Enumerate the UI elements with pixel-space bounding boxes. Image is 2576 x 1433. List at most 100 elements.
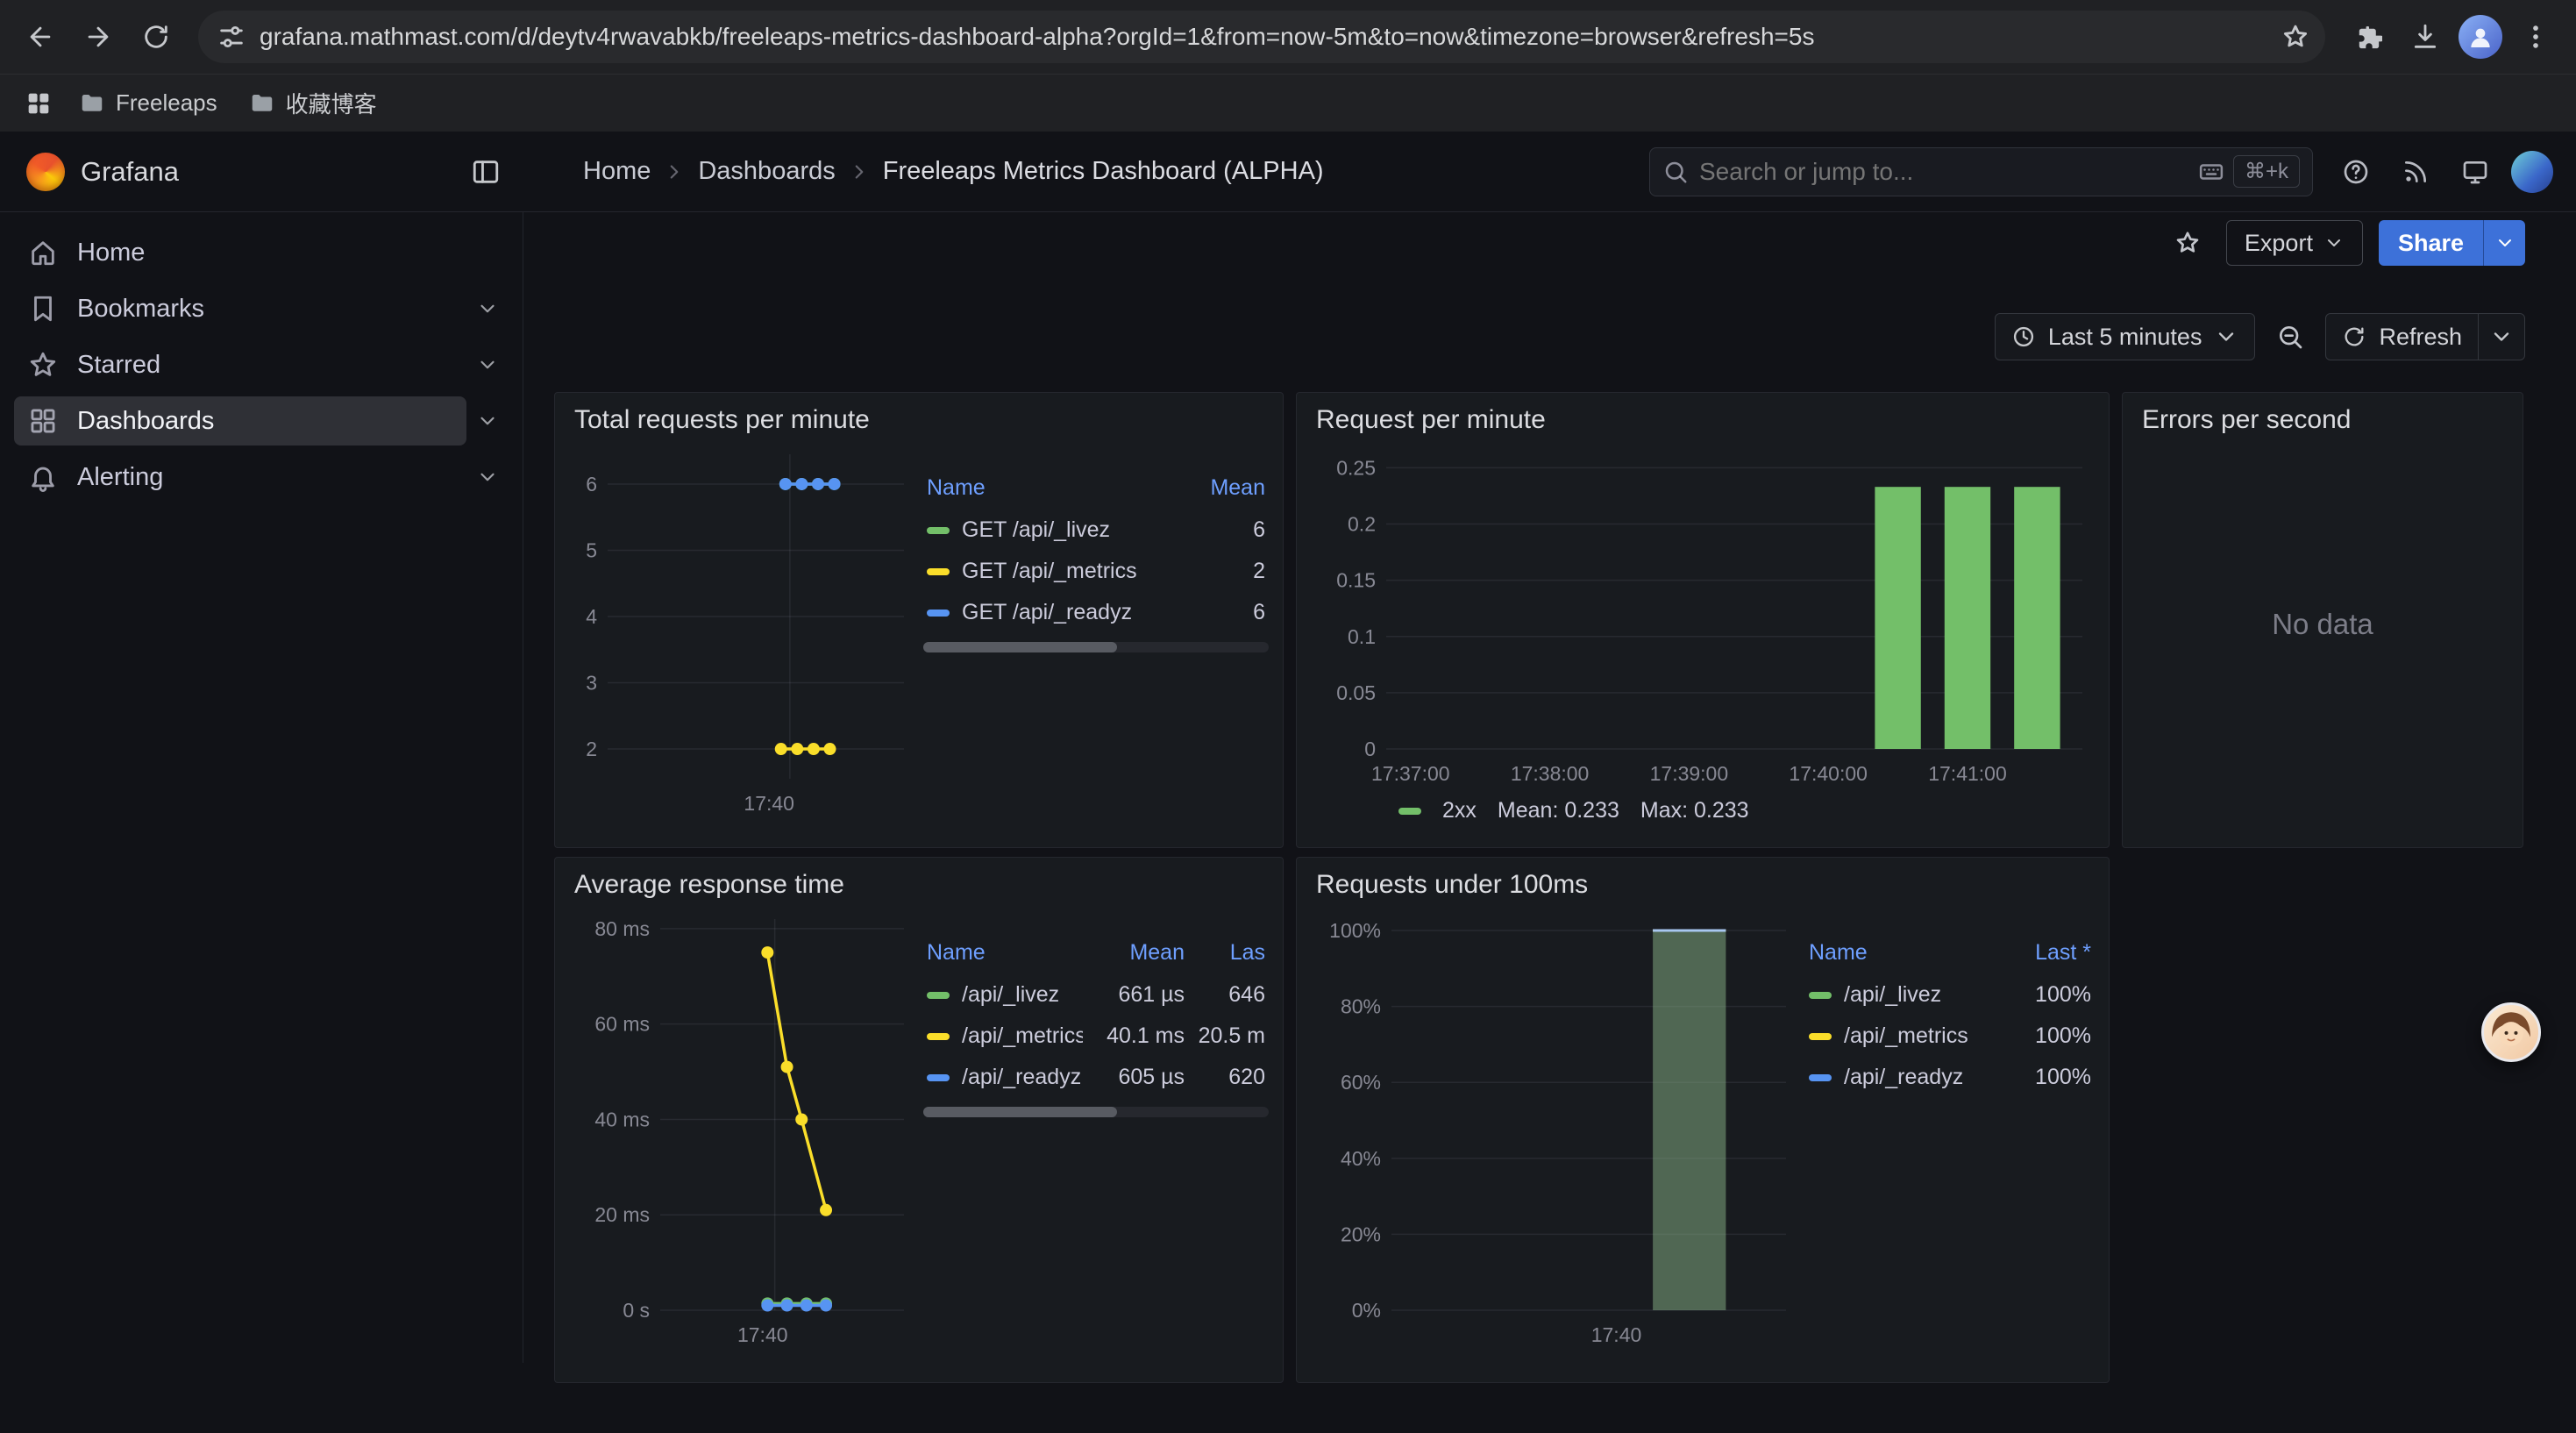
omnibox[interactable] <box>198 11 2325 63</box>
breadcrumb-current-page: Freeleaps Metrics Dashboard (ALPHA) <box>883 157 1324 186</box>
request-per-minute-chart[interactable]: 00.050.10.150.20.2517:37:0017:38:0017:39… <box>1311 440 2095 789</box>
chevron-down-icon[interactable] <box>466 456 509 498</box>
legend-col-name[interactable]: Name <box>923 470 1163 510</box>
search-icon <box>1662 159 1689 185</box>
panel-title[interactable]: Total requests per minute <box>569 400 1269 440</box>
legend-col-last[interactable]: Last * <box>1989 935 2095 974</box>
panel-title[interactable]: Average response time <box>569 865 1269 905</box>
svg-text:60%: 60% <box>1341 1071 1381 1094</box>
series-label[interactable]: 2xx <box>1442 798 1477 823</box>
svg-text:17:37:00: 17:37:00 <box>1371 762 1450 785</box>
legend-col-name[interactable]: Name <box>923 935 1083 974</box>
series-swatch <box>1809 1074 1832 1081</box>
series-swatch <box>927 1074 950 1081</box>
collapse-sidebar-icon[interactable] <box>471 157 501 187</box>
legend-row: /api/_livez 100% <box>1805 974 2095 1016</box>
bookmark-label: Freeleaps <box>116 89 217 117</box>
panel-title[interactable]: Request per minute <box>1311 400 2095 440</box>
legend-col-last[interactable]: Las <box>1188 935 1269 974</box>
dashboard-actions: Export Share <box>2165 219 2525 267</box>
sidebar-nav: Home Bookmarks Starred Dashboards <box>0 212 523 1363</box>
browser-reload-icon[interactable] <box>132 12 181 61</box>
legend-row: GET /api/_livez 6 <box>923 510 1269 551</box>
sidebar-item-home: Home <box>14 225 509 281</box>
browser-forward-icon[interactable] <box>74 12 123 61</box>
series-mean: Mean: 0.233 <box>1498 798 1619 823</box>
news-rss-icon[interactable] <box>2392 148 2439 196</box>
sidebar-item-bookmarks: Bookmarks <box>14 281 509 337</box>
time-controls: Last 5 minutes Refresh <box>1995 312 2525 361</box>
bookmark-folder-freeleaps[interactable]: Freeleaps <box>67 82 230 125</box>
grafana-logo[interactable] <box>26 153 65 191</box>
legend-scrollbar[interactable] <box>923 1107 1269 1117</box>
bookmark-folder-blogs[interactable]: 收藏博客 <box>237 82 389 125</box>
chevron-right-icon <box>848 160 871 183</box>
chevron-down-icon <box>2323 232 2345 253</box>
panel-request-per-minute: Request per minute 00.050.10.150.20.2517… <box>1296 392 2110 848</box>
favorite-star-icon[interactable] <box>2165 220 2210 266</box>
chevron-down-icon <box>2214 324 2238 349</box>
legend-col-name[interactable]: Name <box>1805 935 1989 974</box>
help-icon[interactable] <box>2332 148 2380 196</box>
time-range-picker[interactable]: Last 5 minutes <box>1995 313 2256 360</box>
folder-icon <box>79 90 105 117</box>
refresh-icon <box>2342 324 2366 349</box>
monitor-icon[interactable] <box>2451 148 2499 196</box>
total-requests-chart[interactable]: 2345617:40 <box>569 440 916 817</box>
legend-row: /api/_readyz 100% <box>1805 1057 2095 1098</box>
legend-table: Name Mean Las /api/_livez 661 µs 646 <box>923 935 1269 1098</box>
series-swatch <box>1809 992 1832 999</box>
panel-title[interactable]: Errors per second <box>2137 400 2508 440</box>
search-bar[interactable]: ⌘+k <box>1649 147 2313 196</box>
assistant-avatar-widget[interactable] <box>2481 1002 2541 1062</box>
svg-text:20%: 20% <box>1341 1223 1381 1245</box>
svg-text:17:40: 17:40 <box>744 792 794 815</box>
user-avatar[interactable] <box>2511 151 2553 193</box>
panel-errors-per-second: Errors per second No data <box>2122 392 2523 848</box>
series-swatch <box>1398 808 1421 815</box>
svg-text:0%: 0% <box>1352 1299 1381 1322</box>
legend-row: /api/_readyz 605 µs 620 <box>923 1057 1269 1098</box>
svg-text:0.05: 0.05 <box>1336 681 1376 704</box>
svg-text:0.1: 0.1 <box>1348 625 1376 648</box>
legend-col-mean[interactable]: Mean <box>1163 470 1269 510</box>
share-button[interactable]: Share <box>2379 220 2525 266</box>
svg-text:40 ms: 40 ms <box>594 1108 650 1130</box>
browser-menu-icon[interactable] <box>2511 12 2560 61</box>
requests-under-100ms-chart[interactable]: 0%20%40%60%80%100%17:40 <box>1311 905 1798 1351</box>
share-options-chevron-icon[interactable] <box>2483 220 2525 266</box>
url-field[interactable] <box>253 23 2274 51</box>
refresh-button[interactable]: Refresh <box>2326 314 2478 360</box>
bookmark-icon <box>28 294 58 324</box>
browser-back-icon[interactable] <box>16 12 65 61</box>
bookmark-star-icon[interactable] <box>2274 16 2316 58</box>
breadcrumb-dashboards[interactable]: Dashboards <box>698 157 835 186</box>
search-input[interactable] <box>1697 157 2189 187</box>
chevron-down-icon[interactable] <box>466 400 509 442</box>
extensions-icon[interactable] <box>2343 12 2392 61</box>
chevron-down-icon[interactable] <box>466 344 509 386</box>
legend-col-mean[interactable]: Mean <box>1083 935 1188 974</box>
breadcrumb: Home Dashboards Freeleaps Metrics Dashbo… <box>583 157 1324 186</box>
export-button[interactable]: Export <box>2226 220 2363 266</box>
average-response-time-chart[interactable]: 0 s20 ms40 ms60 ms80 ms17:40 <box>569 905 916 1351</box>
brand-name: Grafana <box>81 156 179 188</box>
breadcrumb-home[interactable]: Home <box>583 157 651 186</box>
panel-requests-under-100ms: Requests under 100ms 0%20%40%60%80%100%1… <box>1296 857 2110 1383</box>
dashboard-main: Export Share Last 5 minutes Refresh <box>523 212 2576 1363</box>
browser-profile-avatar[interactable] <box>2459 15 2502 59</box>
site-settings-icon[interactable] <box>210 16 253 58</box>
legend-table: Name Mean GET /api/_livez 6 GET /api/_me… <box>923 470 1269 633</box>
svg-text:2: 2 <box>586 738 597 760</box>
zoom-out-icon[interactable] <box>2267 314 2313 360</box>
svg-text:17:39:00: 17:39:00 <box>1650 762 1729 785</box>
svg-text:4: 4 <box>586 605 597 628</box>
series-swatch <box>927 992 950 999</box>
panel-title[interactable]: Requests under 100ms <box>1311 865 2095 905</box>
refresh-interval-chevron-icon[interactable] <box>2478 314 2524 360</box>
svg-text:80%: 80% <box>1341 995 1381 1018</box>
chevron-down-icon[interactable] <box>466 288 509 330</box>
downloads-icon[interactable] <box>2401 12 2450 61</box>
legend-scrollbar[interactable] <box>923 642 1269 652</box>
apps-grid-icon[interactable] <box>18 82 60 125</box>
